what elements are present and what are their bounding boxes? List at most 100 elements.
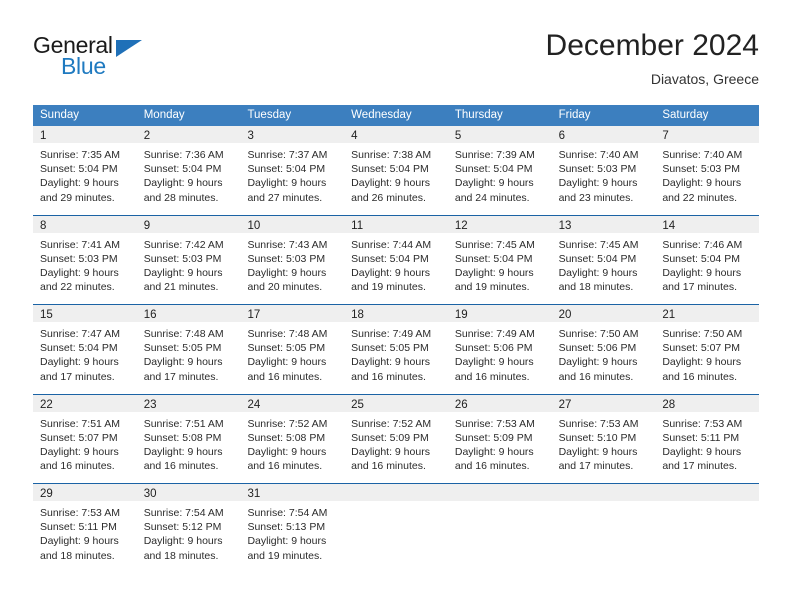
day-number-band — [344, 484, 448, 501]
sunset-text: Sunset: 5:11 PM — [40, 521, 117, 534]
sunset-text: Sunset: 5:06 PM — [558, 342, 637, 355]
daylight-text-line2: and 17 minutes. — [662, 281, 738, 294]
day-cell[interactable]: 23 Sunrise: 7:51 AM Sunset: 5:08 PM Dayl… — [136, 394, 241, 483]
daylight-text-line1: Daylight: 9 hours — [351, 177, 430, 190]
day-cell[interactable]: 17 Sunrise: 7:48 AM Sunset: 5:05 PM Dayl… — [240, 305, 345, 394]
day-body: Sunrise: 7:51 AM Sunset: 5:08 PM Dayligh… — [137, 412, 241, 474]
sunset-text: Sunset: 5:04 PM — [351, 252, 429, 265]
sunrise-text: Sunrise: 7:50 AM — [558, 328, 639, 340]
day-number: 10 — [247, 219, 261, 232]
day-cell[interactable]: 31 Sunrise: 7:54 AM Sunset: 5:13 PM Dayl… — [240, 484, 345, 573]
day-body: Sunrise: 7:48 AM Sunset: 5:05 PM Dayligh… — [137, 322, 241, 384]
day-cell[interactable]: 14 Sunrise: 7:46 AM Sunset: 5:04 PM Dayl… — [655, 215, 760, 304]
day-cell[interactable]: 16 Sunrise: 7:48 AM Sunset: 5:05 PM Dayl… — [136, 305, 241, 394]
sunrise-text: Sunrise: 7:45 AM — [454, 238, 535, 251]
day-cell[interactable]: 21 Sunrise: 7:50 AM Sunset: 5:07 PM Dayl… — [655, 305, 760, 394]
day-cell-empty — [655, 484, 760, 573]
sunset-text: Sunset: 5:08 PM — [247, 431, 326, 444]
logo-triangle-icon — [116, 40, 142, 57]
day-number-band — [447, 484, 552, 501]
day-number-band: 28 — [655, 394, 760, 412]
sunset-text: Sunset: 5:05 PM — [247, 342, 326, 355]
day-body: Sunrise: 7:51 AM Sunset: 5:07 PM Dayligh… — [33, 412, 137, 474]
day-cell[interactable]: 26 Sunrise: 7:53 AM Sunset: 5:09 PM Dayl… — [447, 394, 552, 483]
day-cell[interactable]: 15 Sunrise: 7:47 AM Sunset: 5:04 PM Dayl… — [33, 305, 137, 394]
day-number: 27 — [558, 398, 572, 411]
day-cell-empty — [551, 484, 656, 573]
day-cell[interactable]: 6 Sunrise: 7:40 AM Sunset: 5:03 PM Dayli… — [551, 126, 656, 215]
day-body: Sunrise: 7:53 AM Sunset: 5:11 PM Dayligh… — [33, 501, 137, 563]
day-cell[interactable]: 4 Sunrise: 7:38 AM Sunset: 5:04 PM Dayli… — [344, 126, 448, 215]
day-body: Sunrise: 7:49 AM Sunset: 5:06 PM Dayligh… — [448, 322, 552, 384]
day-cell[interactable]: 30 Sunrise: 7:54 AM Sunset: 5:12 PM Dayl… — [136, 484, 241, 573]
day-cell[interactable]: 8 Sunrise: 7:41 AM Sunset: 5:03 PM Dayli… — [33, 215, 137, 304]
day-number-band: 3 — [240, 126, 345, 143]
day-number: 21 — [662, 309, 676, 321]
day-cell[interactable]: 12 Sunrise: 7:45 AM Sunset: 5:04 PM Dayl… — [447, 215, 552, 304]
day-number: 19 — [454, 309, 468, 321]
day-number-band — [551, 484, 656, 501]
sunrise-text: Sunrise: 7:51 AM — [40, 417, 120, 430]
day-cell[interactable]: 18 Sunrise: 7:49 AM Sunset: 5:05 PM Dayl… — [344, 305, 448, 394]
day-cell[interactable]: 3 Sunrise: 7:37 AM Sunset: 5:04 PM Dayli… — [240, 126, 345, 215]
daylight-text-line2: and 18 minutes. — [558, 281, 634, 294]
day-number-band: 19 — [447, 305, 552, 322]
daylight-text-line2: and 18 minutes. — [40, 549, 115, 562]
sunrise-text: Sunrise: 7:40 AM — [662, 149, 743, 161]
daylight-text-line2: and 24 minutes. — [454, 191, 530, 204]
day-number: 16 — [143, 309, 157, 321]
daylight-text-line1: Daylight: 9 hours — [40, 266, 119, 279]
day-number-band: 24 — [240, 394, 345, 412]
sunset-text: Sunset: 5:04 PM — [351, 163, 429, 176]
day-cell[interactable]: 27 Sunrise: 7:53 AM Sunset: 5:10 PM Dayl… — [551, 394, 656, 483]
day-body: Sunrise: 7:40 AM Sunset: 5:03 PM Dayligh… — [655, 143, 759, 205]
day-cell[interactable]: 25 Sunrise: 7:52 AM Sunset: 5:09 PM Dayl… — [344, 394, 448, 483]
day-cell[interactable]: 5 Sunrise: 7:39 AM Sunset: 5:04 PM Dayli… — [447, 126, 552, 215]
sunrise-text: Sunrise: 7:48 AM — [143, 328, 224, 340]
day-cell[interactable]: 11 Sunrise: 7:44 AM Sunset: 5:04 PM Dayl… — [344, 215, 448, 304]
day-cell[interactable]: 24 Sunrise: 7:52 AM Sunset: 5:08 PM Dayl… — [240, 394, 345, 483]
day-body: Sunrise: 7:38 AM Sunset: 5:04 PM Dayligh… — [344, 143, 448, 205]
sunrise-text: Sunrise: 7:38 AM — [351, 149, 432, 161]
day-cell[interactable]: 20 Sunrise: 7:50 AM Sunset: 5:06 PM Dayl… — [551, 305, 656, 394]
day-cell[interactable]: 19 Sunrise: 7:49 AM Sunset: 5:06 PM Dayl… — [447, 305, 552, 394]
sunset-text: Sunset: 5:04 PM — [662, 252, 740, 265]
day-cell[interactable]: 13 Sunrise: 7:45 AM Sunset: 5:04 PM Dayl… — [551, 215, 656, 304]
daylight-text-line1: Daylight: 9 hours — [454, 266, 534, 279]
day-body: Sunrise: 7:40 AM Sunset: 5:03 PM Dayligh… — [552, 143, 656, 205]
day-body: Sunrise: 7:45 AM Sunset: 5:04 PM Dayligh… — [448, 233, 552, 295]
sunrise-text: Sunrise: 7:49 AM — [351, 328, 432, 340]
day-cell[interactable]: 9 Sunrise: 7:42 AM Sunset: 5:03 PM Dayli… — [136, 215, 241, 304]
daylight-text-line1: Daylight: 9 hours — [247, 266, 327, 279]
sunset-text: Sunset: 5:11 PM — [662, 431, 740, 444]
sunrise-text: Sunrise: 7:36 AM — [143, 149, 224, 161]
daylight-text-line1: Daylight: 9 hours — [351, 356, 430, 369]
weekday-header-row: Sunday Monday Tuesday Wednesday Thursday… — [33, 105, 759, 126]
day-number-band: 6 — [551, 126, 656, 143]
day-number-band: 5 — [447, 126, 552, 143]
day-cell[interactable]: 28 Sunrise: 7:53 AM Sunset: 5:11 PM Dayl… — [655, 394, 760, 483]
daylight-text-line2: and 18 minutes. — [143, 549, 219, 562]
day-cell[interactable]: 22 Sunrise: 7:51 AM Sunset: 5:07 PM Dayl… — [33, 394, 137, 483]
day-body: Sunrise: 7:54 AM Sunset: 5:12 PM Dayligh… — [137, 501, 241, 563]
day-number-band: 14 — [655, 215, 760, 233]
day-cell[interactable]: 10 Sunrise: 7:43 AM Sunset: 5:03 PM Dayl… — [240, 215, 345, 304]
daylight-text-line1: Daylight: 9 hours — [662, 266, 742, 279]
day-cell[interactable]: 7 Sunrise: 7:40 AM Sunset: 5:03 PM Dayli… — [655, 126, 760, 215]
title-block: December 2024 Diavatos, Greece — [546, 28, 759, 89]
day-body: Sunrise: 7:50 AM Sunset: 5:07 PM Dayligh… — [655, 322, 759, 384]
sunset-text: Sunset: 5:10 PM — [558, 431, 637, 444]
sunrise-text: Sunrise: 7:53 AM — [454, 417, 535, 430]
sunset-text: Sunset: 5:09 PM — [351, 431, 429, 444]
day-cell[interactable]: 1 Sunrise: 7:35 AM Sunset: 5:04 PM Dayli… — [33, 126, 137, 215]
day-number: 24 — [247, 398, 261, 411]
day-cell[interactable]: 2 Sunrise: 7:36 AM Sunset: 5:04 PM Dayli… — [136, 126, 241, 215]
daylight-text-line2: and 22 minutes. — [40, 281, 115, 294]
week-row: 22 Sunrise: 7:51 AM Sunset: 5:07 PM Dayl… — [33, 393, 760, 483]
sunrise-text: Sunrise: 7:49 AM — [454, 328, 535, 340]
day-number-band: 4 — [344, 126, 448, 143]
day-number: 13 — [558, 219, 572, 232]
day-cell[interactable]: 29 Sunrise: 7:53 AM Sunset: 5:11 PM Dayl… — [33, 484, 137, 573]
day-body: Sunrise: 7:54 AM Sunset: 5:13 PM Dayligh… — [240, 501, 344, 563]
daylight-text-line1: Daylight: 9 hours — [662, 445, 742, 458]
